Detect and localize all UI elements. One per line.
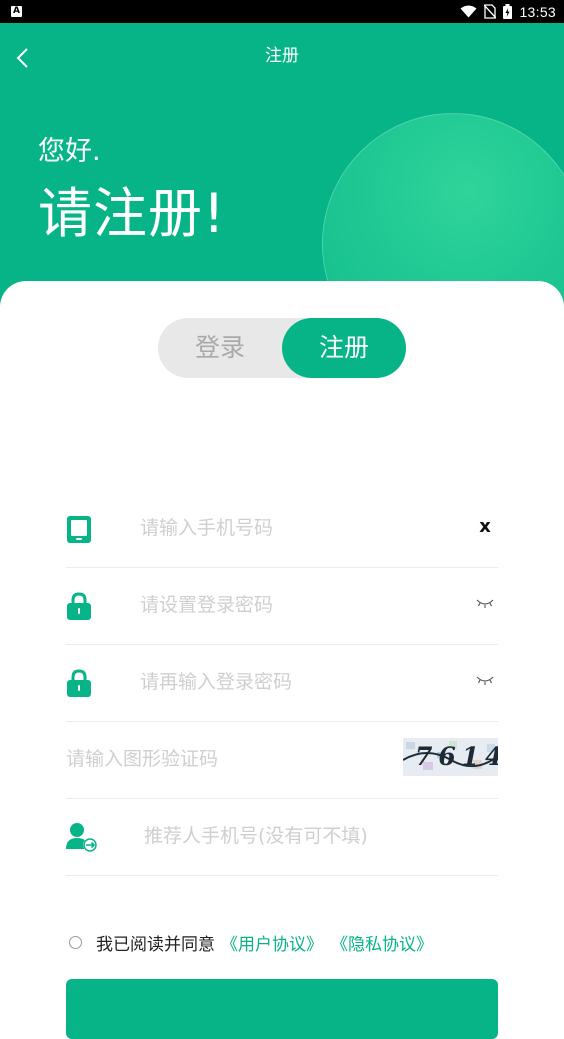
lock-icon bbox=[67, 669, 91, 697]
captcha-input[interactable] bbox=[66, 741, 386, 777]
user-referral-icon bbox=[66, 823, 97, 852]
status-icons: 13:53 bbox=[460, 3, 556, 20]
referrer-row bbox=[66, 798, 498, 876]
captcha-row: 7614 bbox=[66, 721, 498, 799]
agreement-text: 我已阅读并同意 bbox=[96, 934, 215, 955]
app-notification-icon: A bbox=[11, 6, 22, 17]
submit-button[interactable] bbox=[66, 979, 498, 1039]
page-title: 注册 bbox=[265, 46, 299, 66]
password-input[interactable] bbox=[140, 587, 460, 623]
agree-radio[interactable] bbox=[69, 935, 82, 949]
phone-input[interactable] bbox=[140, 510, 460, 546]
lock-icon bbox=[67, 592, 91, 620]
no-sim-icon bbox=[484, 4, 497, 19]
captcha-image[interactable]: 7614 bbox=[403, 738, 498, 776]
privacy-policy-link[interactable]: 《隐私协议》 bbox=[331, 930, 433, 955]
headline-text: 请注册! bbox=[38, 182, 226, 245]
clock-time: 13:53 bbox=[519, 3, 556, 20]
form-card: 登录 注册 x bbox=[0, 281, 564, 1039]
tab-login[interactable]: 登录 bbox=[158, 318, 282, 378]
wifi-icon bbox=[460, 5, 477, 18]
captcha-text: 7614 bbox=[415, 742, 498, 771]
password-row bbox=[66, 567, 498, 645]
clear-phone-button[interactable]: x bbox=[476, 516, 494, 538]
hero-header: 注册 您好. 请注册! bbox=[0, 23, 564, 323]
agreement-row: 我已阅读并同意 《用户协议》 《隐私协议》 bbox=[69, 930, 433, 955]
user-agreement-link[interactable]: 《用户协议》 bbox=[221, 930, 323, 955]
eye-closed-icon[interactable] bbox=[476, 673, 494, 687]
status-bar: A 13:53 bbox=[0, 0, 564, 23]
phone-icon bbox=[67, 516, 91, 543]
tab-register[interactable]: 注册 bbox=[282, 318, 406, 378]
phone-row: x bbox=[66, 490, 498, 568]
greeting-text: 您好. bbox=[38, 136, 101, 167]
confirm-password-row bbox=[66, 644, 498, 722]
eye-closed-icon[interactable] bbox=[476, 596, 494, 610]
battery-charging-icon bbox=[503, 4, 513, 19]
referrer-phone-input[interactable] bbox=[144, 818, 484, 854]
confirm-password-input[interactable] bbox=[140, 664, 460, 700]
login-register-toggle: 登录 注册 bbox=[158, 318, 406, 378]
